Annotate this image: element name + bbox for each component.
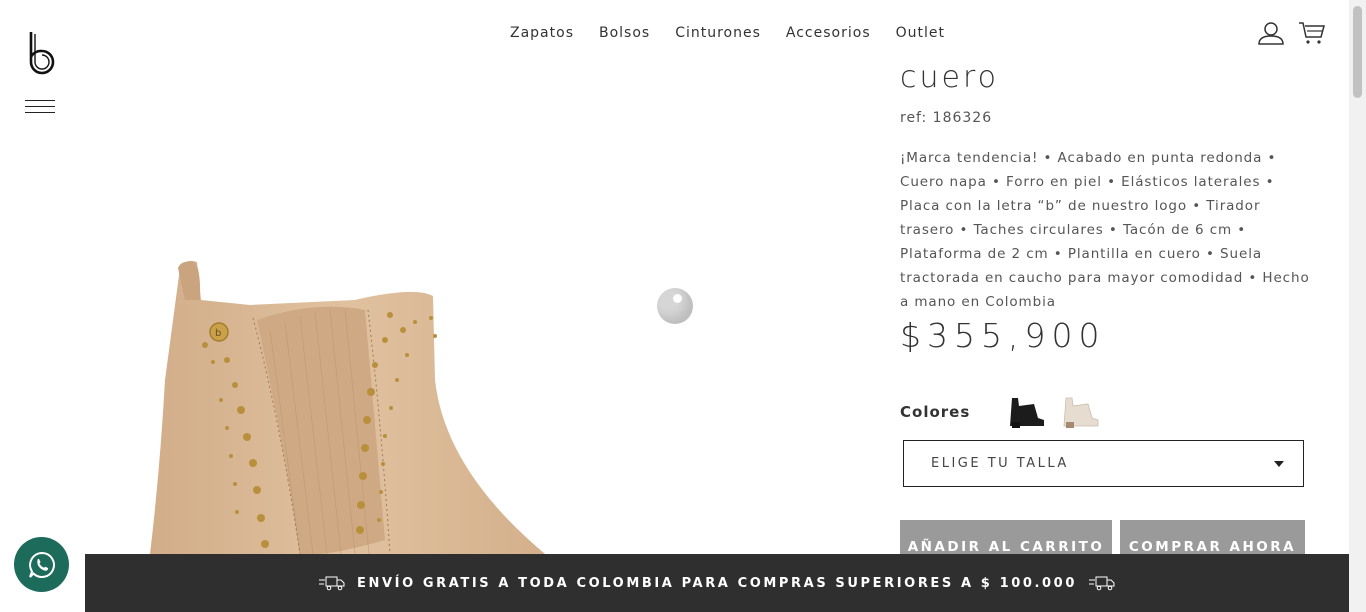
svg-text:b: b	[215, 328, 221, 339]
product-ref: ref: 186326	[900, 110, 993, 126]
product-image[interactable]: b	[85, 0, 875, 554]
scrollbar[interactable]	[1349, 0, 1366, 612]
product-description: ¡Marca tendencia! • Acabado en punta red…	[900, 150, 1310, 310]
zoom-cursor-icon[interactable]	[657, 288, 693, 324]
size-select-placeholder: ELIGE TU TALLA	[931, 456, 1069, 471]
product-title: cuero	[900, 60, 999, 95]
whatsapp-button[interactable]	[14, 537, 69, 592]
black-boot-swatch[interactable]	[1004, 392, 1046, 430]
chevron-down-icon	[1274, 461, 1284, 467]
cream-boot-swatch[interactable]	[1058, 392, 1100, 430]
cart-icon[interactable]	[1298, 21, 1325, 45]
truck-icon	[1088, 576, 1115, 591]
banner-text: ENVÍO GRATIS A TODA COLOMBIA PARA COMPRA…	[357, 575, 1077, 591]
whatsapp-icon	[28, 551, 55, 578]
nav-item-outlet[interactable]: Outlet	[896, 24, 945, 42]
free-shipping-banner: ENVÍO GRATIS A TODA COLOMBIA PARA COMPRA…	[85, 554, 1349, 612]
logo-b-icon[interactable]	[27, 30, 57, 76]
truck-icon	[319, 576, 345, 591]
scrollbar-thumb[interactable]	[1353, 6, 1362, 98]
size-select[interactable]: ELIGE TU TALLA	[903, 440, 1304, 487]
user-icon[interactable]	[1258, 21, 1284, 45]
boot-image: b	[150, 260, 545, 554]
colors-label: Colores	[900, 403, 971, 421]
menu-icon[interactable]	[25, 100, 55, 114]
product-price: $355,900	[900, 316, 1106, 355]
